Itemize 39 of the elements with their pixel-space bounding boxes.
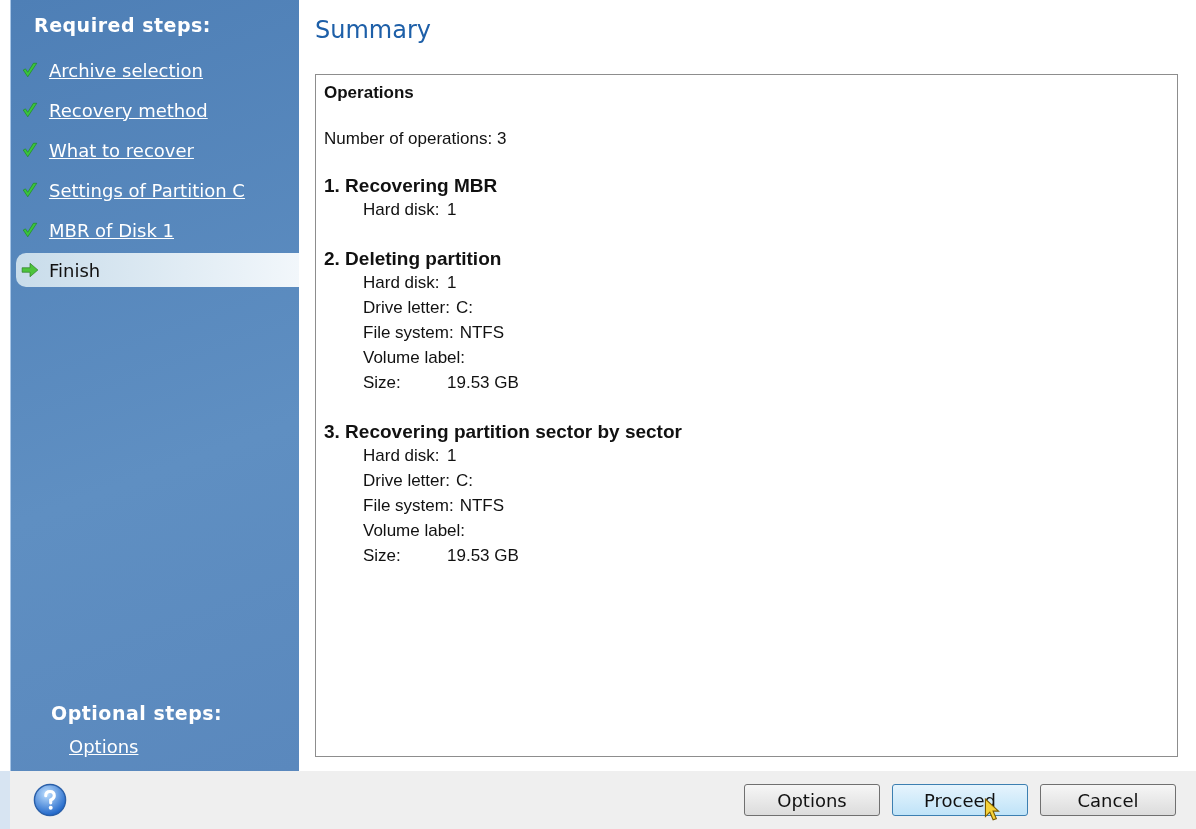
help-icon[interactable] — [33, 783, 67, 817]
operations-count: Number of operations: 3 — [324, 129, 508, 149]
detail-value: 19.53 GB — [447, 372, 519, 394]
detail-value: 1 — [447, 445, 457, 467]
operation-title: 2. Deleting partition — [324, 248, 503, 270]
step-item[interactable]: Finish — [16, 253, 299, 287]
detail-value: 1 — [447, 272, 457, 294]
required-steps-heading: Required steps: — [33, 14, 212, 36]
detail-label: Volume label: — [363, 520, 466, 542]
detail-label: Drive letter: — [363, 297, 450, 319]
operation-title: 1. Recovering MBR — [324, 175, 499, 197]
detail-label: Drive letter: — [363, 470, 450, 492]
detail-value: NTFS — [459, 322, 505, 344]
step-item[interactable]: What to recover — [11, 130, 299, 170]
detail-value: C: — [455, 470, 473, 492]
dialog-button[interactable]: Options — [744, 784, 880, 816]
arrow-icon — [21, 261, 39, 279]
detail-label: Hard disk: — [363, 199, 441, 221]
detail-value: C: — [455, 297, 473, 319]
detail-label: Hard disk: — [363, 272, 441, 294]
detail-value: 1 — [447, 199, 457, 221]
options-link[interactable]: Options — [11, 736, 299, 757]
detail-label: Size: — [363, 545, 402, 567]
detail-label: File system: — [363, 322, 454, 344]
detail-label: Volume label: — [363, 347, 466, 369]
page-title: Summary — [315, 16, 432, 44]
detail-label: File system: — [363, 495, 454, 517]
detail-value: NTFS — [459, 495, 505, 517]
step-item[interactable]: MBR of Disk 1 — [11, 210, 299, 250]
section-heading: Operations — [324, 83, 415, 103]
dialog-button[interactable]: Cancel — [1040, 784, 1176, 816]
detail-label: Hard disk: — [363, 445, 441, 467]
detail-value: 19.53 GB — [447, 545, 519, 567]
step-item[interactable]: Settings of Partition C — [11, 170, 299, 210]
optional-steps-heading: Optional steps: — [50, 702, 224, 724]
step-item[interactable]: Archive selection — [11, 50, 299, 90]
detail-label: Size: — [363, 372, 402, 394]
step-item[interactable]: Recovery method — [11, 90, 299, 130]
operation-title: 3. Recovering partition sector by sector — [324, 421, 683, 443]
